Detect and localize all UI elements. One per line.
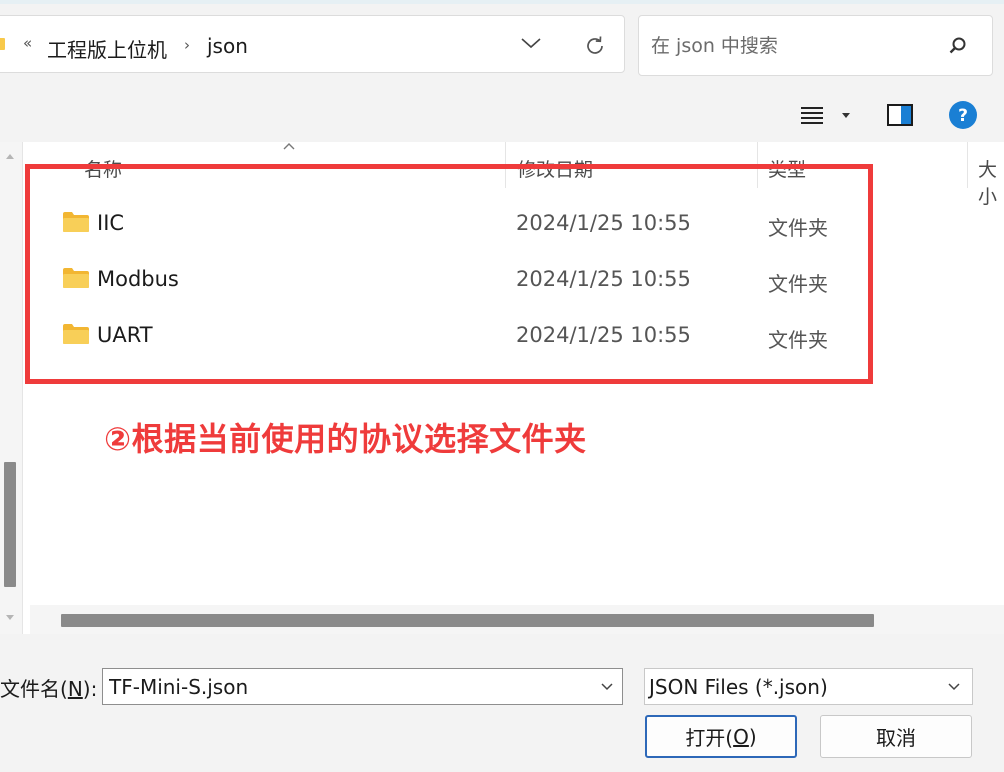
horizontal-scroll-thumb[interactable] (61, 614, 874, 627)
search-input[interactable] (649, 30, 943, 62)
search-box[interactable] (638, 15, 993, 76)
breadcrumb-overflow[interactable]: « (23, 34, 32, 52)
file-type-filter-value: JSON Files (*.json) (649, 675, 828, 699)
chevron-down-icon[interactable] (600, 682, 614, 692)
divider (22, 142, 23, 634)
annotation-text: ②根据当前使用的协议选择文件夹 (104, 420, 587, 458)
column-header-size[interactable]: 大小 (978, 155, 1004, 209)
filename-label: 文件名(N): (0, 677, 98, 701)
highlight-box (25, 164, 873, 384)
svg-text:?: ? (958, 106, 968, 126)
file-type-filter[interactable]: JSON Files (*.json) (644, 668, 973, 705)
column-divider[interactable] (967, 142, 968, 188)
filename-combobox[interactable] (102, 668, 623, 705)
help-icon[interactable]: ? (948, 100, 978, 130)
title-strip (0, 0, 1004, 4)
search-icon[interactable] (948, 36, 968, 56)
vertical-scroll-thumb[interactable] (4, 462, 16, 587)
breadcrumb-item-json[interactable]: json (207, 34, 248, 58)
open-button[interactable]: 打开(O) (645, 715, 797, 758)
filename-input[interactable] (107, 672, 581, 702)
folder-icon (0, 38, 5, 50)
sort-ascending-icon (283, 143, 295, 150)
preview-pane-icon[interactable] (886, 103, 914, 127)
scroll-up-icon[interactable] (5, 152, 15, 160)
refresh-icon[interactable] (583, 34, 607, 58)
address-bar[interactable]: « 工程版上位机 › json (0, 15, 625, 73)
scroll-down-icon[interactable] (5, 614, 15, 622)
view-dropdown-icon[interactable] (840, 110, 852, 120)
breadcrumb-separator: › (184, 36, 190, 54)
cancel-button[interactable]: 取消 (820, 715, 972, 758)
chevron-down-icon[interactable] (520, 36, 542, 50)
chevron-down-icon[interactable] (947, 682, 961, 692)
breadcrumb-item-project[interactable]: 工程版上位机 (47, 34, 167, 63)
view-list-icon[interactable] (800, 105, 824, 125)
